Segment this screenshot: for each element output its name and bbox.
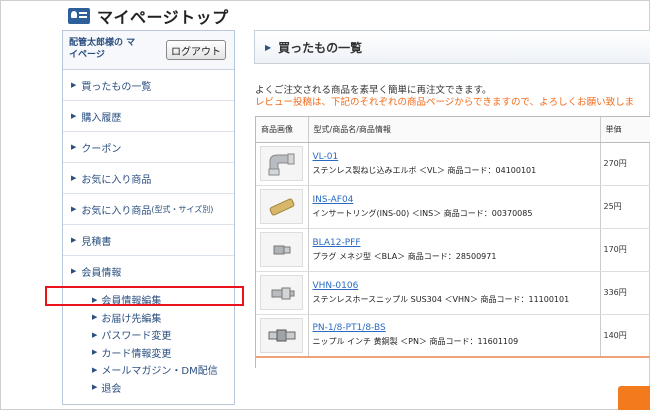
user-box: 配管太郎様の マイページ ログアウト: [63, 31, 234, 70]
product-image-cell: [256, 185, 309, 229]
hose-nipple-icon[interactable]: [260, 275, 303, 310]
sidebar-menu: ▶ 買ったもの一覧 ▶ 購入履歴 ▶ クーポン ▶ お気に入り商品 ▶ お気に入り商品 (型…: [63, 70, 234, 287]
page-header: マイページトップ: [68, 6, 229, 27]
nipple-icon[interactable]: [260, 317, 303, 353]
submenu-item-withdraw[interactable]: ▶ 退会: [63, 379, 234, 397]
arrow-right-icon: ▶: [92, 330, 98, 339]
sidebar-item-label: 買ったもの一覧: [81, 81, 152, 93]
arrow-right-icon: ▶: [71, 205, 77, 213]
elbow-fitting-icon[interactable]: [260, 146, 303, 181]
page-title: マイページトップ: [97, 8, 229, 27]
review-notice-text: レビュー投稿は、下記のそれぞれの商品ページからできますので、よろしくお願い致しま: [255, 97, 635, 108]
plug-icon[interactable]: [260, 232, 303, 267]
sidebar-item-purchased[interactable]: ▶ 買ったもの一覧: [63, 70, 234, 101]
arrow-right-icon: ▶: [92, 348, 98, 357]
price-cell: 336円: [600, 271, 650, 315]
arrow-right-icon: ▶: [71, 267, 77, 275]
table-row: BLA12-PFF プラグ メネジ型 ＜BLA＞ 商品コード：28500971 …: [256, 228, 650, 272]
sidebar: 配管太郎様の マイページ ログアウト ▶ 買ったもの一覧 ▶ 購入履歴 ▶ クーポン …: [62, 30, 235, 405]
purchased-table: 商品画像 型式/商品名/商品情報 単価 VL-01 ステンレス製ねじ込みエルボ …: [255, 116, 650, 368]
submenu-item-label: お届け先編集: [101, 313, 162, 325]
arrow-right-icon: ▶: [92, 383, 98, 392]
arrow-right-icon: ▶: [71, 174, 77, 182]
table-row: VHN-0106 ステンレスホースニップル SUS304 ＜VHN＞ 商品コード…: [256, 271, 650, 315]
sidebar-item-favorites[interactable]: ▶ お気に入り商品: [63, 163, 234, 194]
product-info-cell: INS-AF04 インサートリング(INS-00) ＜INS＞ 商品コード：00…: [308, 185, 601, 229]
sidebar-item-label: クーポン: [81, 143, 122, 155]
arrow-right-icon: ▶: [71, 143, 77, 151]
product-info-cell: BLA12-PFF プラグ メネジ型 ＜BLA＞ 商品コード：28500971: [308, 228, 601, 272]
highlight-box: [45, 286, 244, 306]
column-header: 商品画像: [256, 117, 309, 143]
sidebar-item-favorites-by-model[interactable]: ▶ お気に入り商品 (型式・サイズ別): [63, 194, 234, 225]
submenu-item-password[interactable]: ▶ パスワード変更: [63, 326, 234, 344]
user-name: 配管太郎様の マイページ: [69, 38, 136, 60]
arrow-right-icon: ▶: [92, 313, 98, 322]
sidebar-item-quotation[interactable]: ▶ 見積書: [63, 225, 234, 256]
table-header-row: 商品画像 型式/商品名/商品情報 単価: [256, 117, 650, 143]
price-cell: 25円: [600, 185, 650, 229]
product-description: ニップル インチ 黄銅製 ＜PN＞ 商品コード：11601109: [312, 337, 519, 347]
table-row: VL-01 ステンレス製ねじ込みエルボ ＜VL＞ 商品コード：04100101 …: [256, 142, 650, 186]
price-cell: 270円: [600, 142, 650, 186]
main-title: 買ったもの一覧: [278, 40, 363, 55]
sidebar-item-label: お気に入り商品: [81, 174, 152, 186]
sidebar-item-label: お気に入り商品: [81, 205, 152, 217]
sidebar-item-label: 見積書: [81, 236, 112, 248]
product-image-cell: [256, 142, 309, 186]
product-description: プラグ メネジ型 ＜BLA＞ 商品コード：28500971: [312, 251, 497, 261]
product-description: ステンレスホースニップル SUS304 ＜VHN＞ 商品コード：11100101: [312, 294, 570, 304]
table-row: INS-AF04 インサートリング(INS-00) ＜INS＞ 商品コード：00…: [256, 185, 650, 229]
arrow-right-icon: ▶: [71, 81, 77, 89]
sidebar-item-member-info[interactable]: ▶ 会員情報: [63, 256, 234, 287]
arrow-right-icon: ▶: [71, 236, 77, 244]
main-header: ▶ 買ったもの一覧: [254, 30, 650, 64]
sidebar-item-coupon[interactable]: ▶ クーポン: [63, 132, 234, 163]
arrow-right-icon: ▶: [71, 112, 77, 120]
product-image-cell: [256, 271, 309, 315]
sidebar-item-history[interactable]: ▶ 購入履歴: [63, 101, 234, 132]
table-row: PN-1/8-PT1/8-BS ニップル インチ 黄銅製 ＜PN＞ 商品コード：…: [256, 314, 650, 358]
submenu-item-newsletter[interactable]: ▶ メールマガジン・DM配信: [63, 361, 234, 379]
price-cell: 140円: [600, 314, 650, 358]
product-link[interactable]: INS-AF04: [313, 195, 600, 205]
sidebar-item-suffix: (型式・サイズ別): [151, 204, 214, 214]
sidebar-item-label: 会員情報: [81, 267, 122, 279]
product-info-cell: VHN-0106 ステンレスホースニップル SUS304 ＜VHN＞ 商品コード…: [308, 271, 601, 315]
product-description: ステンレス製ねじ込みエルボ ＜VL＞ 商品コード：04100101: [312, 165, 537, 175]
product-info-cell: VL-01 ステンレス製ねじ込みエルボ ＜VL＞ 商品コード：04100101: [308, 142, 601, 186]
price-cell: 170円: [600, 228, 650, 272]
product-link[interactable]: BLA12-PFF: [313, 238, 600, 248]
submenu-item-label: メールマガジン・DM配信: [101, 366, 218, 378]
product-description: インサートリング(INS-00) ＜INS＞ 商品コード：00370085: [312, 208, 533, 218]
product-info-cell: PN-1/8-PT1/8-BS ニップル インチ 黄銅製 ＜PN＞ 商品コード：…: [308, 314, 601, 358]
column-header: 型式/商品名/商品情報: [308, 117, 601, 143]
product-link[interactable]: VHN-0106: [313, 281, 600, 291]
submenu-item-shipping[interactable]: ▶ お届け先編集: [63, 309, 234, 327]
submenu-item-card[interactable]: ▶ カード情報変更: [63, 344, 234, 362]
product-image-cell: [256, 228, 309, 272]
orange-action-button[interactable]: [618, 386, 650, 410]
product-link[interactable]: VL-01: [313, 152, 600, 162]
arrow-right-icon: ▶: [265, 42, 272, 52]
arrow-right-icon: ▶: [92, 365, 98, 374]
member-card-icon: [68, 8, 90, 24]
submenu-item-label: パスワード変更: [101, 331, 172, 343]
sidebar-item-label: 購入履歴: [81, 112, 122, 124]
column-header: 単価: [600, 117, 650, 143]
insert-ring-icon[interactable]: [260, 189, 303, 224]
submenu-item-label: カード情報変更: [101, 348, 172, 360]
logout-button[interactable]: ログアウト: [166, 40, 226, 60]
submenu-item-label: 退会: [101, 383, 122, 395]
product-image-cell: [256, 314, 309, 358]
product-link[interactable]: PN-1/8-PT1/8-BS: [313, 323, 600, 333]
